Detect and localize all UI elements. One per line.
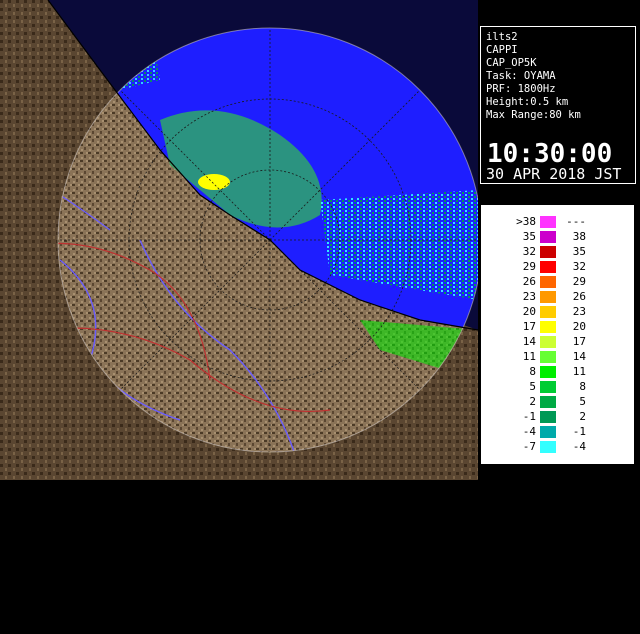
legend-high-label: 2 (579, 410, 586, 423)
legend-swatch (540, 411, 556, 423)
legend-swatch (540, 441, 556, 453)
legend-high-label: -4 (572, 440, 586, 453)
legend-high-label: 23 (572, 305, 586, 318)
legend-title: Reflectivity in dBZ (607, 490, 621, 591)
legend-swatch (540, 231, 556, 243)
legend-swatch (540, 276, 556, 288)
legend-low-label: >38 (516, 215, 536, 228)
legend-high-label: 29 (572, 275, 586, 288)
legend-high-label: --- (566, 215, 586, 228)
legend-low-label: 14 (522, 335, 536, 348)
legend-high-label: 5 (579, 395, 586, 408)
legend-low-label: 32 (522, 245, 536, 258)
legend-high-label: -1 (572, 425, 586, 438)
legend-high-label: 32 (572, 260, 586, 273)
observation-time: 10:30:00 (487, 139, 613, 169)
info-max-range: Max Range:80 km (486, 109, 581, 121)
legend-low-label: 26 (522, 275, 536, 288)
legend-swatch (540, 396, 556, 408)
radar-map (0, 0, 478, 480)
legend-swatch (540, 321, 556, 333)
legend-low-label: 35 (522, 230, 536, 243)
legend-title-wrap: Reflectivity in dBZ (604, 434, 621, 634)
legend-low-label: 8 (529, 365, 536, 378)
info-height: Height:0.5 km (486, 96, 569, 108)
legend-low-label: 5 (529, 380, 536, 393)
legend-low-label: -4 (522, 425, 536, 438)
legend-high-label: 35 (572, 245, 586, 258)
legend-low-label: 17 (522, 320, 536, 333)
legend-swatch (540, 351, 556, 363)
info-site: ilts2 (486, 31, 518, 43)
legend-high-label: 38 (572, 230, 586, 243)
legend-high-label: 8 (579, 380, 586, 393)
legend-high-label: 14 (572, 350, 586, 363)
echo-core (198, 174, 230, 190)
legend-swatch (540, 426, 556, 438)
legend-low-label: -1 (522, 410, 536, 423)
info-panel: ilts2 CAPPI CAP_OP5K Task: OYAMA PRF: 18… (480, 26, 636, 184)
info-scan: CAP_OP5K (486, 57, 537, 69)
legend-swatch (540, 291, 556, 303)
legend-swatch (540, 216, 556, 228)
legend-low-label: 29 (522, 260, 536, 273)
legend-swatch (540, 336, 556, 348)
legend-swatch (540, 246, 556, 258)
info-task: Task: OYAMA (486, 70, 556, 82)
legend-high-label: 26 (572, 290, 586, 303)
legend-swatch (540, 261, 556, 273)
legend-swatch (540, 306, 556, 318)
legend-low-label: 20 (522, 305, 536, 318)
legend-swatch (540, 366, 556, 378)
legend-high-label: 11 (572, 365, 586, 378)
legend-high-label: 17 (572, 335, 586, 348)
observation-date: 30 APR 2018 JST (486, 165, 622, 183)
legend-swatch (540, 381, 556, 393)
info-product: CAPPI (486, 44, 518, 56)
legend-low-label: 23 (522, 290, 536, 303)
legend-low-label: 2 (529, 395, 536, 408)
radar-display (0, 0, 478, 480)
legend-low-label: 11 (522, 350, 536, 363)
reflectivity-legend: >38 --- 35 38 32 35 29 32 26 29 23 26 20 23 17 20 14 17 11… (481, 205, 634, 591)
legend-low-label: -7 (522, 440, 536, 453)
legend-high-label: 20 (572, 320, 586, 333)
info-prf: PRF: 1800Hz (486, 83, 556, 95)
